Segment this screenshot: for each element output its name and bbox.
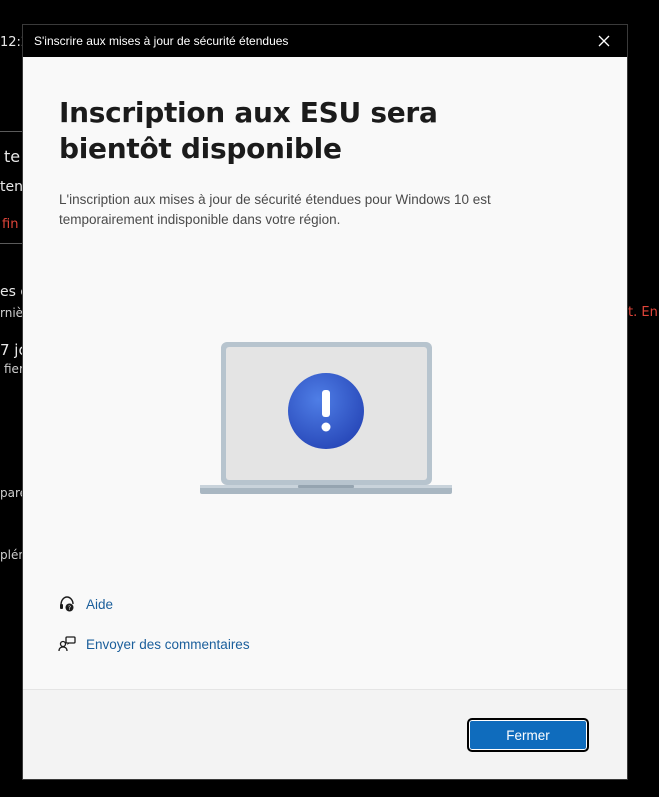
- close-window-button[interactable]: [581, 25, 627, 57]
- fermer-button[interactable]: Fermer: [467, 718, 589, 752]
- background-divider: [0, 243, 22, 244]
- background-text-fragment: te: [4, 147, 21, 166]
- dialog-footer: Fermer: [23, 689, 627, 779]
- laptop-warning-icon: [200, 342, 452, 494]
- background-text-fragment: t. En s: [628, 305, 659, 320]
- background-text-fragment: rniè: [0, 306, 24, 320]
- dialog-content: Inscription aux ESU sera bientôt disponi…: [23, 57, 627, 691]
- background-divider: [0, 131, 22, 132]
- feedback-icon: [57, 634, 77, 654]
- feedback-link[interactable]: Envoyer des commentaires: [57, 634, 250, 654]
- help-link-label: Aide: [86, 596, 114, 612]
- window-title: S'inscrire aux mises à jour de sécurité …: [34, 34, 289, 48]
- title-bar: S'inscrire aux mises à jour de sécurité …: [23, 25, 627, 57]
- page-title: Inscription aux ESU sera bientôt disponi…: [59, 96, 438, 165]
- help-link[interactable]: ? Aide: [57, 594, 113, 614]
- background-text-fragment: fier: [4, 362, 24, 376]
- description-text: L'inscription aux mises à jour de sécuri…: [59, 192, 491, 227]
- close-icon: [598, 35, 610, 47]
- background-text-fragment: fin: [2, 217, 19, 232]
- svg-text:?: ?: [68, 605, 71, 612]
- laptop-warning-illustration: [198, 340, 454, 505]
- help-icon: ?: [57, 594, 77, 614]
- background-text-fragment: ten: [0, 179, 23, 195]
- esu-dialog: S'inscrire aux mises à jour de sécurité …: [22, 24, 628, 780]
- feedback-link-label: Envoyer des commentaires: [86, 636, 250, 652]
